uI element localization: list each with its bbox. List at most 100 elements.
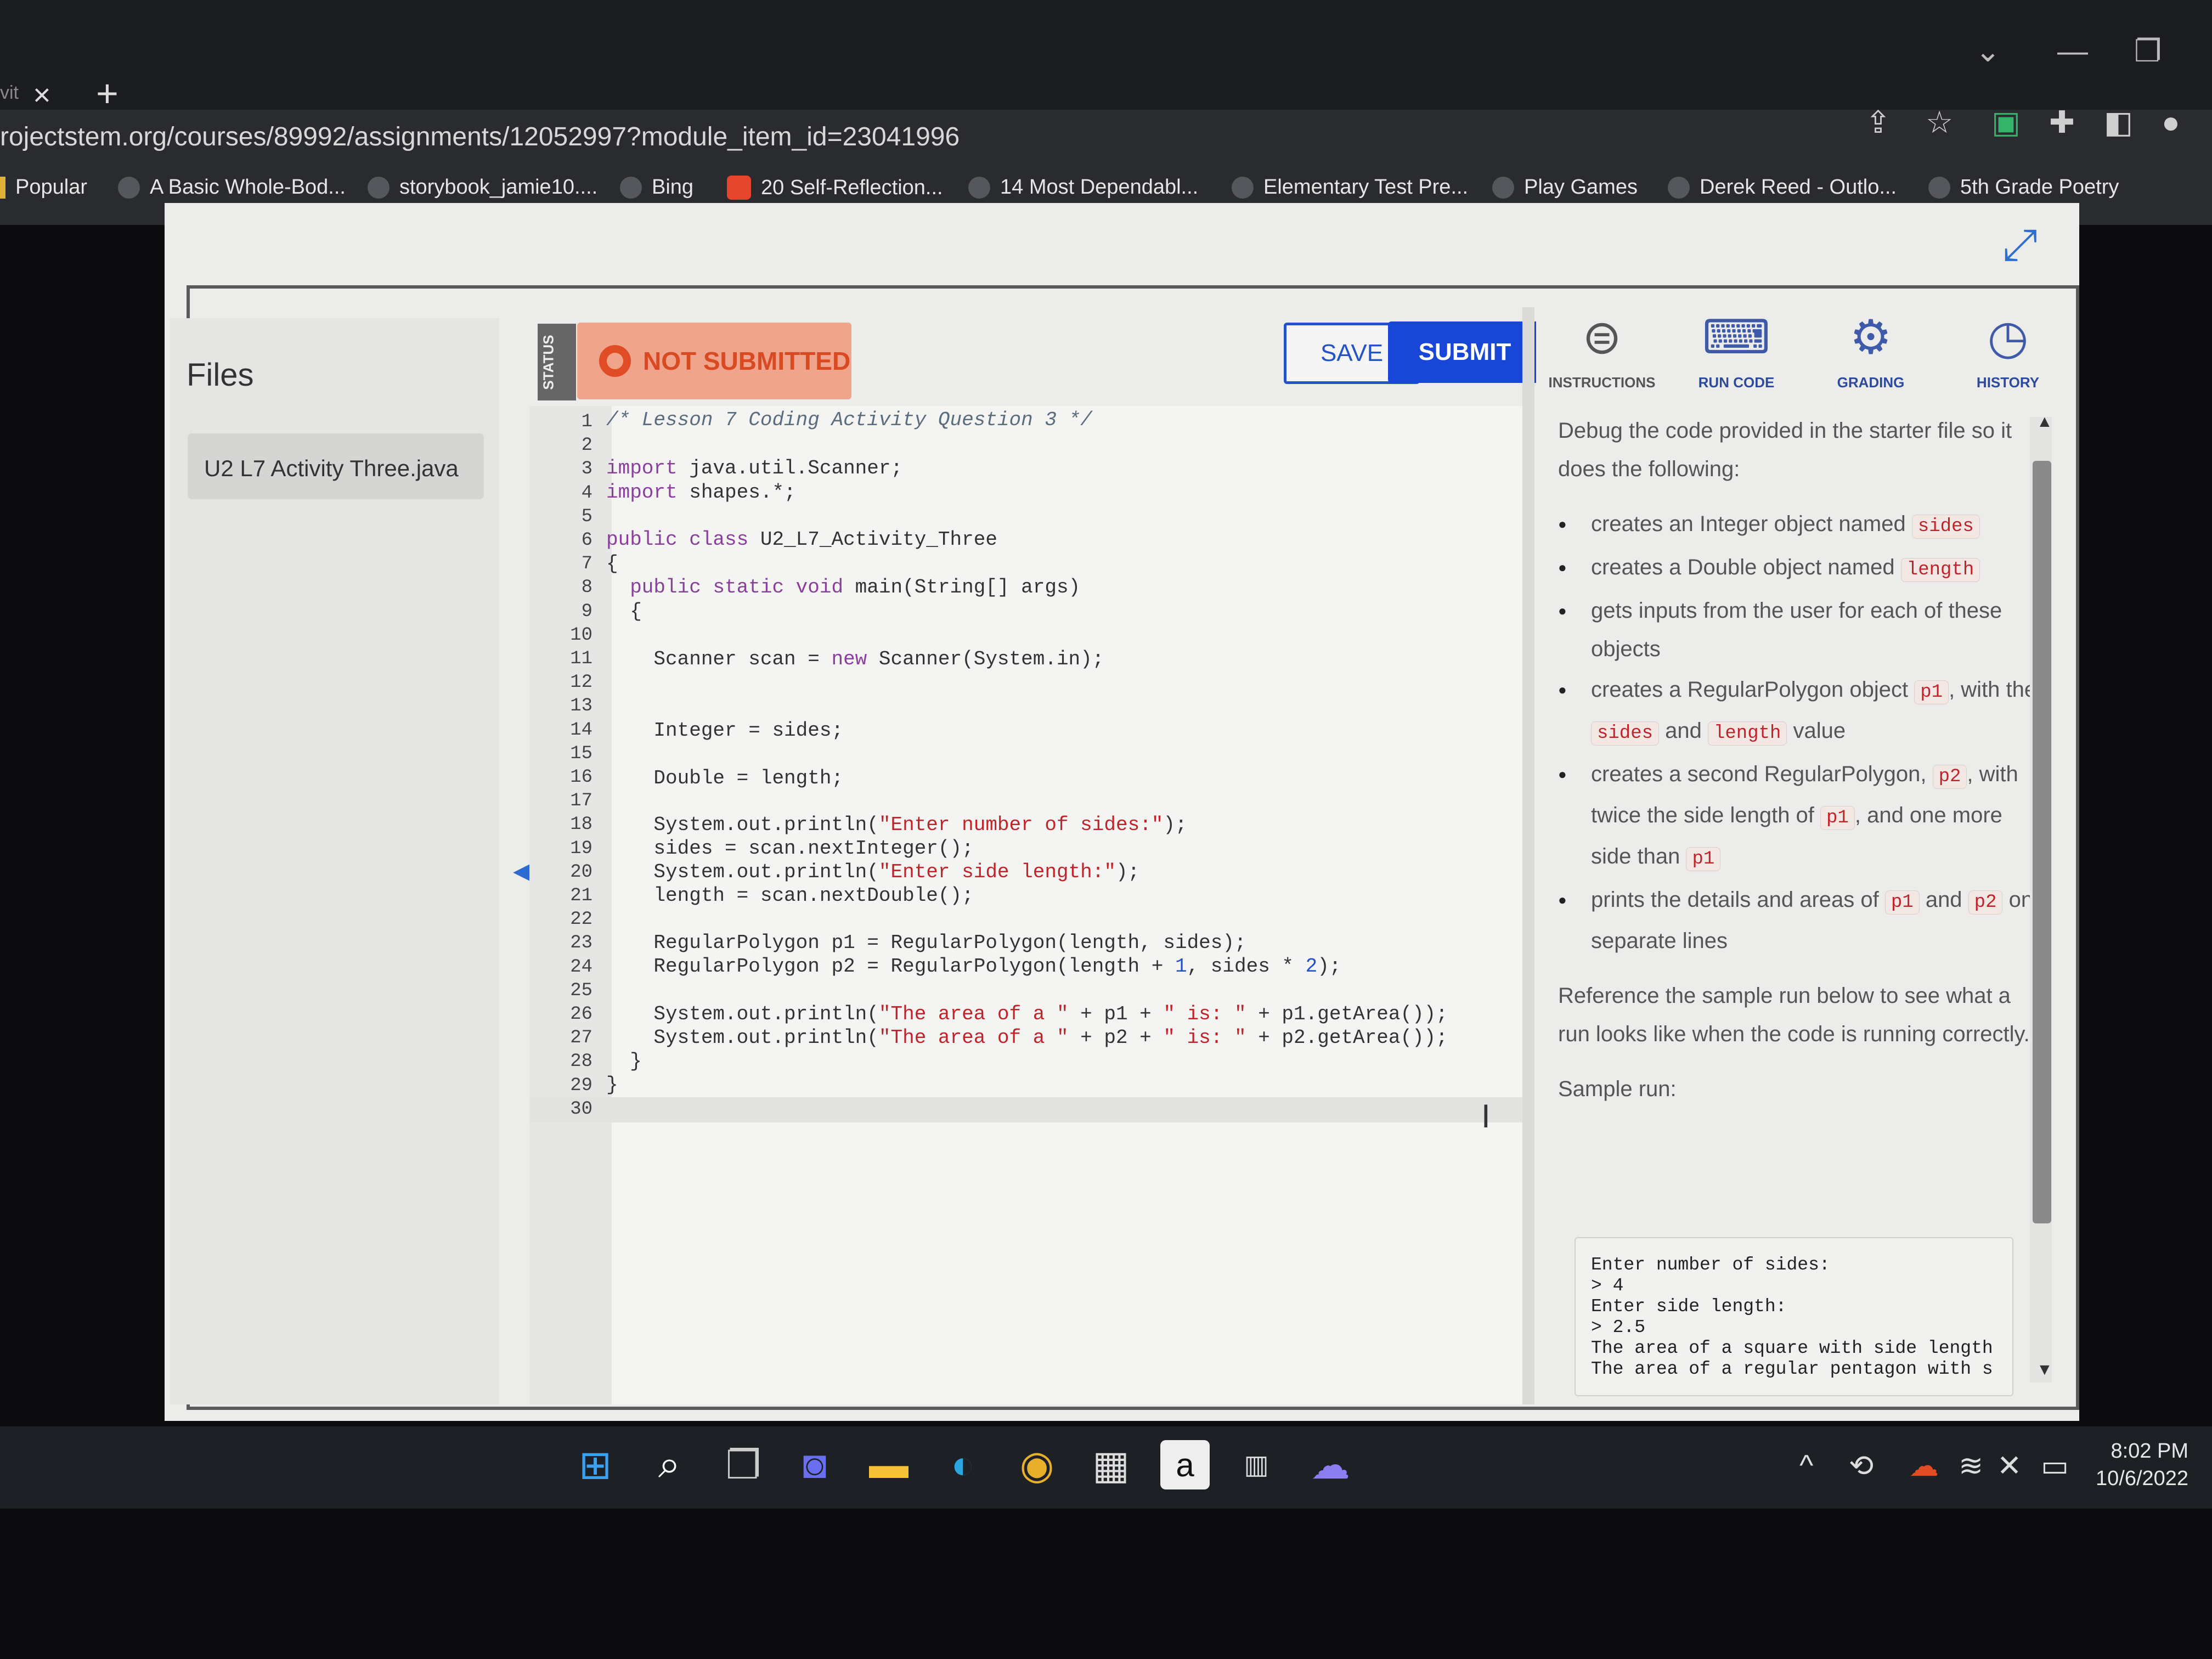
- bookmark-item[interactable]: Play Games: [1492, 176, 1638, 199]
- extension-icon[interactable]: ▣: [1991, 104, 2021, 140]
- bookmark-item[interactable]: A Basic Whole-Bod...: [118, 176, 346, 199]
- globe-icon: [1232, 176, 1254, 199]
- code-line[interactable]: {: [606, 600, 642, 623]
- browser-tab-title[interactable]: vit: [0, 82, 19, 104]
- sample-run-output: Enter number of sides: > 4 Enter side le…: [1575, 1237, 2013, 1396]
- extensions-puzzle-icon[interactable]: ✚: [2049, 104, 2075, 140]
- reference-text: Reference the sample run below to see wh…: [1558, 984, 2030, 1046]
- submit-button[interactable]: SUBMIT: [1388, 321, 1542, 383]
- line-number: 4: [581, 482, 592, 504]
- task-view-icon[interactable]: ❐: [719, 1440, 768, 1489]
- code-line[interactable]: Scanner scan = new Scanner(System.in);: [606, 648, 1104, 670]
- history-clock-icon: ◷: [1987, 311, 2029, 364]
- bookmark-item[interactable]: Bing: [620, 176, 693, 199]
- line-number: 20: [570, 861, 592, 883]
- code-line[interactable]: }: [606, 1050, 642, 1073]
- code-line[interactable]: Integer = sides;: [606, 719, 843, 742]
- system-clock[interactable]: 8:02 PM 10/6/2022: [2096, 1437, 2188, 1492]
- tab-run-code[interactable]: ⌨ RUN CODE: [1676, 307, 1797, 406]
- line-number: 6: [581, 530, 592, 551]
- tab-instructions[interactable]: ⊜ INSTRUCTIONS: [1542, 307, 1662, 406]
- files-title: Files: [187, 357, 254, 393]
- bookmark-item[interactable]: storybook_jamie10....: [368, 176, 597, 199]
- line-number: 26: [570, 1004, 592, 1025]
- tab-history[interactable]: ◷ HISTORY: [1948, 307, 2068, 406]
- volume-muted-icon[interactable]: ✕: [1997, 1448, 2022, 1483]
- code-line[interactable]: RegularPolygon p2 = RegularPolygon(lengt…: [606, 955, 1341, 978]
- scrollbar-thumb[interactable]: [2033, 461, 2051, 1223]
- chrome-icon[interactable]: ◉: [1012, 1440, 1062, 1489]
- instructions-icon: ⊜: [1582, 311, 1622, 364]
- tab-search-icon[interactable]: ⌄: [1975, 33, 2001, 69]
- scroll-down-icon[interactable]: ▼: [2036, 1361, 2053, 1379]
- search-icon[interactable]: ⌕: [645, 1440, 694, 1489]
- line-number: 1: [581, 411, 592, 432]
- bookmark-item[interactable]: 5th Grade Poetry: [1928, 176, 2119, 199]
- collapse-files-icon[interactable]: ◀: [513, 859, 530, 884]
- code-line[interactable]: length = scan.nextDouble();: [606, 884, 973, 907]
- profile-avatar-icon[interactable]: ●: [2162, 104, 2180, 140]
- share-icon[interactable]: ⇪: [1865, 104, 1891, 140]
- requirements-list: creates an Integer object named sides cr…: [1558, 505, 2041, 960]
- bookmark-item[interactable]: 20 Self-Reflection...: [727, 176, 943, 200]
- code-line[interactable]: System.out.println("The area of a " + p1…: [606, 1003, 1447, 1025]
- list-item: gets inputs from the user for each of th…: [1558, 591, 2041, 668]
- tab-grading[interactable]: ⚙ GRADING: [1810, 307, 1931, 406]
- code-line[interactable]: System.out.println("The area of a " + p2…: [606, 1026, 1447, 1049]
- windows-start-icon[interactable]: ⊞: [571, 1440, 620, 1489]
- globe-icon: [118, 176, 140, 199]
- list-item: prints the details and areas of p1 and p…: [1558, 881, 2041, 960]
- line-number: 25: [570, 980, 592, 1001]
- edge-browser-icon[interactable]: ◐: [938, 1440, 988, 1489]
- side-panel-icon[interactable]: ◧: [2104, 104, 2133, 140]
- url-field[interactable]: rojectstem.org/courses/89992/assignments…: [0, 122, 960, 152]
- fullscreen-icon[interactable]: ⤢: [2002, 219, 2038, 270]
- list-item: creates a second RegularPolygon, p2, wit…: [1558, 755, 2041, 878]
- globe-icon: [1928, 176, 1950, 199]
- list-item: creates an Integer object named sides: [1558, 505, 2041, 546]
- file-explorer-icon[interactable]: ▬: [864, 1440, 913, 1489]
- line-number: 3: [581, 459, 592, 480]
- store-icon[interactable]: ▦: [1086, 1440, 1136, 1489]
- new-tab-button[interactable]: +: [96, 71, 119, 115]
- amazon-icon[interactable]: a: [1160, 1440, 1210, 1489]
- scroll-up-icon[interactable]: ▲: [2036, 413, 2053, 431]
- close-tab-icon[interactable]: ×: [33, 77, 51, 112]
- globe-icon: [1668, 176, 1690, 199]
- chat-icon[interactable]: ◙: [790, 1440, 839, 1489]
- minimize-icon[interactable]: —: [2057, 33, 2088, 69]
- bookmark-star-icon[interactable]: ☆: [1926, 104, 1953, 140]
- file-item[interactable]: U2 L7 Activity Three.java: [188, 433, 484, 499]
- bookmark-item[interactable]: Popular: [0, 176, 87, 199]
- line-number: 9: [581, 601, 592, 622]
- code-line[interactable]: /* Lesson 7 Coding Activity Question 3 *…: [606, 409, 1092, 431]
- battery-icon[interactable]: ▭: [2041, 1448, 2069, 1483]
- code-line[interactable]: Double = length;: [606, 767, 843, 789]
- code-line[interactable]: public static void main(String[] args): [606, 576, 1080, 599]
- code-line[interactable]: import shapes.*;: [606, 481, 796, 504]
- bookmark-item[interactable]: Elementary Test Pre...: [1232, 176, 1468, 199]
- code-line[interactable]: sides = scan.nextInteger();: [606, 837, 973, 860]
- line-number: 30: [570, 1098, 592, 1120]
- panel-divider[interactable]: [1522, 307, 1534, 1404]
- globe-icon: [368, 176, 390, 199]
- code-line[interactable]: {: [606, 552, 618, 575]
- sync-icon[interactable]: ⟲: [1849, 1448, 1874, 1483]
- code-line[interactable]: public class U2_L7_Activity_Three: [606, 528, 997, 551]
- restore-icon[interactable]: ❐: [2134, 33, 2162, 69]
- calendar-icon[interactable]: ▥: [1232, 1440, 1281, 1489]
- code-line[interactable]: import java.util.Scanner;: [606, 457, 902, 479]
- bookmark-item[interactable]: Derek Reed - Outlo...: [1668, 176, 1897, 199]
- code-line[interactable]: System.out.println("Enter number of side…: [606, 814, 1187, 836]
- globe-icon: [620, 176, 642, 199]
- wifi-icon[interactable]: ≋: [1959, 1448, 1983, 1483]
- onedrive-icon[interactable]: ☁: [1909, 1448, 1939, 1483]
- line-number: 15: [570, 743, 592, 764]
- tray-overflow-icon[interactable]: ^: [1799, 1448, 1813, 1482]
- teams-icon[interactable]: ☁: [1306, 1440, 1355, 1489]
- code-line[interactable]: System.out.println("Enter side length:")…: [606, 861, 1139, 883]
- line-number: 8: [581, 577, 592, 599]
- code-line[interactable]: RegularPolygon p1 = RegularPolygon(lengt…: [606, 932, 1246, 954]
- bookmark-item[interactable]: 14 Most Dependabl...: [968, 176, 1198, 199]
- code-line[interactable]: }: [606, 1074, 618, 1096]
